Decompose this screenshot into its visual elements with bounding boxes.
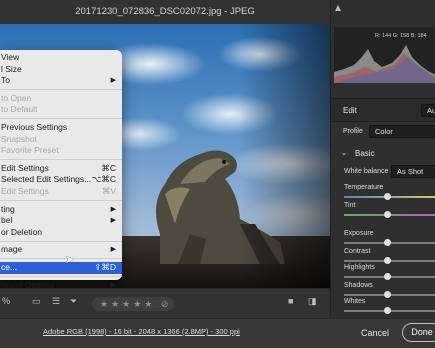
slider-handle[interactable] — [383, 307, 391, 314]
menu-item: Snapshot — [0, 134, 122, 146]
window-title: 20171230_072836_DSC02072.jpg - JPEG — [0, 0, 330, 24]
slider-label: Contrast — [344, 248, 371, 255]
mouse-pointer-icon: ➤ — [65, 254, 75, 266]
menu-separator — [0, 159, 122, 161]
edit-title: Edit — [343, 106, 357, 115]
menu-separator — [0, 118, 122, 120]
slider-label: Tint — [344, 202, 356, 209]
sort-icon[interactable]: ☰ — [52, 296, 60, 307]
clipping-warning-icon[interactable] — [335, 5, 341, 11]
menu-item-label: ce... — [1, 261, 18, 272]
menu-item[interactable]: bel ▶ — [0, 215, 122, 227]
menu-item[interactable]: l Size — [0, 64, 122, 76]
slider-label: Shadows — [344, 282, 373, 289]
bottom-toolbar: % ▭ ☰ ⏷ ★★★★★ ⊘ ■ ◨ — [0, 288, 330, 318]
menu-item-label: Snapshot — [1, 133, 37, 144]
camera-raw-window: 20171230_072836_DSC02072.jpg - JPEG View… — [0, 0, 435, 348]
chevron-down-icon[interactable]: ⌄ — [341, 149, 347, 157]
menu-item[interactable]: To ▶ — [0, 75, 122, 87]
filter-icon[interactable]: ⏷ — [70, 296, 77, 307]
menu-item-label: mage — [1, 244, 23, 255]
menu-item[interactable]: ting ▶ — [0, 204, 122, 216]
menu-item[interactable]: Previous Settings — [0, 122, 122, 134]
menu-item[interactable]: View — [0, 52, 122, 64]
slider-handle[interactable] — [383, 239, 391, 246]
right-panel: R: 144 G: 158 B: 184 Edit Auto Profile C… — [330, 0, 435, 318]
submenu-arrow-icon: ▶ — [110, 246, 116, 254]
menu-item[interactable]: or Deletion — [0, 227, 122, 239]
menu-item-label: bel — [1, 215, 13, 226]
menu-item-label: or Deletion — [1, 226, 43, 237]
menu-shortcut: ⌘C — [101, 162, 116, 173]
menu-separator — [0, 200, 122, 202]
slider-label: Exposure — [344, 230, 374, 237]
auto-button[interactable]: Auto — [421, 104, 435, 117]
menu-item[interactable]: mage ▶ — [0, 244, 122, 256]
menu-item-label: Favorite Preset — [1, 145, 59, 156]
menu-item-label: ting — [1, 203, 15, 214]
menu-separator — [0, 240, 122, 242]
submenu-arrow-icon: ▶ — [110, 77, 116, 85]
slider-handle[interactable] — [383, 257, 391, 264]
slider-track[interactable] — [344, 307, 435, 314]
menu-item-label: View — [1, 52, 20, 62]
star-rating[interactable]: ★★★★★ ⊘ — [92, 297, 174, 311]
slider-handle[interactable] — [383, 193, 391, 200]
menu-item-label: Edit Settings — [1, 185, 49, 196]
menu-item[interactable]: Selected Edit Settings... ⌥⌘C — [0, 174, 122, 186]
menu-item-label: Edit Settings — [1, 162, 49, 173]
slider-handle[interactable] — [383, 273, 391, 280]
done-button[interactable]: Done — [402, 323, 435, 342]
slider-track[interactable] — [344, 257, 435, 264]
menu-separator — [0, 89, 122, 91]
white-balance-label: White balance — [344, 168, 389, 175]
menu-item: Edit Settings ⌘V — [0, 186, 122, 198]
slider-label: Highlights — [344, 264, 375, 271]
menu-item: to Default — [0, 104, 122, 116]
zoom-level[interactable]: % — [2, 296, 10, 306]
vignette-shade — [240, 24, 330, 288]
footer-bar: Adobe RGB (1998) - 16 bit - 2048 x 1366 … — [0, 318, 435, 348]
menu-item: to Open — [0, 93, 122, 105]
menu-item-label: To — [1, 75, 10, 86]
menu-item-label: Selected Edit Settings... — [1, 174, 92, 185]
submenu-arrow-icon: ▶ — [110, 205, 116, 213]
histogram-readout: R: 144 G: 158 B: 184 — [375, 33, 427, 39]
slider-handle[interactable] — [383, 211, 391, 218]
white-balance-dropdown[interactable]: As Shot — [391, 165, 435, 178]
compare-icon[interactable]: ▭ — [32, 296, 41, 307]
cancel-button[interactable]: Cancel — [355, 324, 395, 342]
edit-header: Edit Auto — [331, 98, 435, 122]
menu-item-label: Previous Settings — [1, 121, 68, 132]
frame-icon[interactable]: ■ — [288, 296, 293, 306]
slider-track[interactable] — [344, 239, 435, 246]
slider-track[interactable] — [344, 291, 435, 298]
menu-separator — [0, 276, 122, 277]
slider-track[interactable] — [344, 193, 435, 200]
slider-handle[interactable] — [383, 291, 391, 298]
profile-dropdown[interactable]: Color — [369, 125, 435, 138]
menu-shortcut: ⇧⌘D — [94, 261, 116, 272]
menu-item-label: l Size — [1, 63, 22, 74]
menu-item[interactable]: ce... ⇧⌘D — [0, 261, 122, 274]
menu-item[interactable]: Edit Settings ⌘C — [0, 163, 122, 175]
menu-shortcut: ⌘V — [101, 185, 116, 196]
slider-label: Whites — [344, 298, 366, 305]
profile-label: Profile — [343, 128, 363, 135]
basic-section-title[interactable]: Basic — [355, 149, 375, 158]
rating-stars[interactable]: ★★★★★ — [100, 299, 155, 309]
menu-shortcut: ⌥⌘C — [91, 174, 116, 185]
menu-item-label: to Open — [1, 92, 32, 103]
image-info-link[interactable]: Adobe RGB (1998) - 16 bit - 2048 x 1366 … — [43, 327, 240, 336]
before-after-icon[interactable]: ◨ — [308, 296, 317, 307]
menu-item: Favorite Preset — [0, 145, 122, 157]
menu-item-label: to Default — [1, 104, 38, 115]
reject-icon[interactable]: ⊘ — [161, 299, 172, 309]
menu-separator — [0, 258, 122, 260]
slider-track[interactable] — [344, 273, 435, 280]
submenu-arrow-icon: ▶ — [110, 217, 116, 225]
slider-label: Temperature — [344, 184, 384, 191]
slider-track[interactable] — [344, 211, 435, 218]
context-menu: View l Size To ▶ to Open to Default Previous S… — [0, 50, 122, 290]
